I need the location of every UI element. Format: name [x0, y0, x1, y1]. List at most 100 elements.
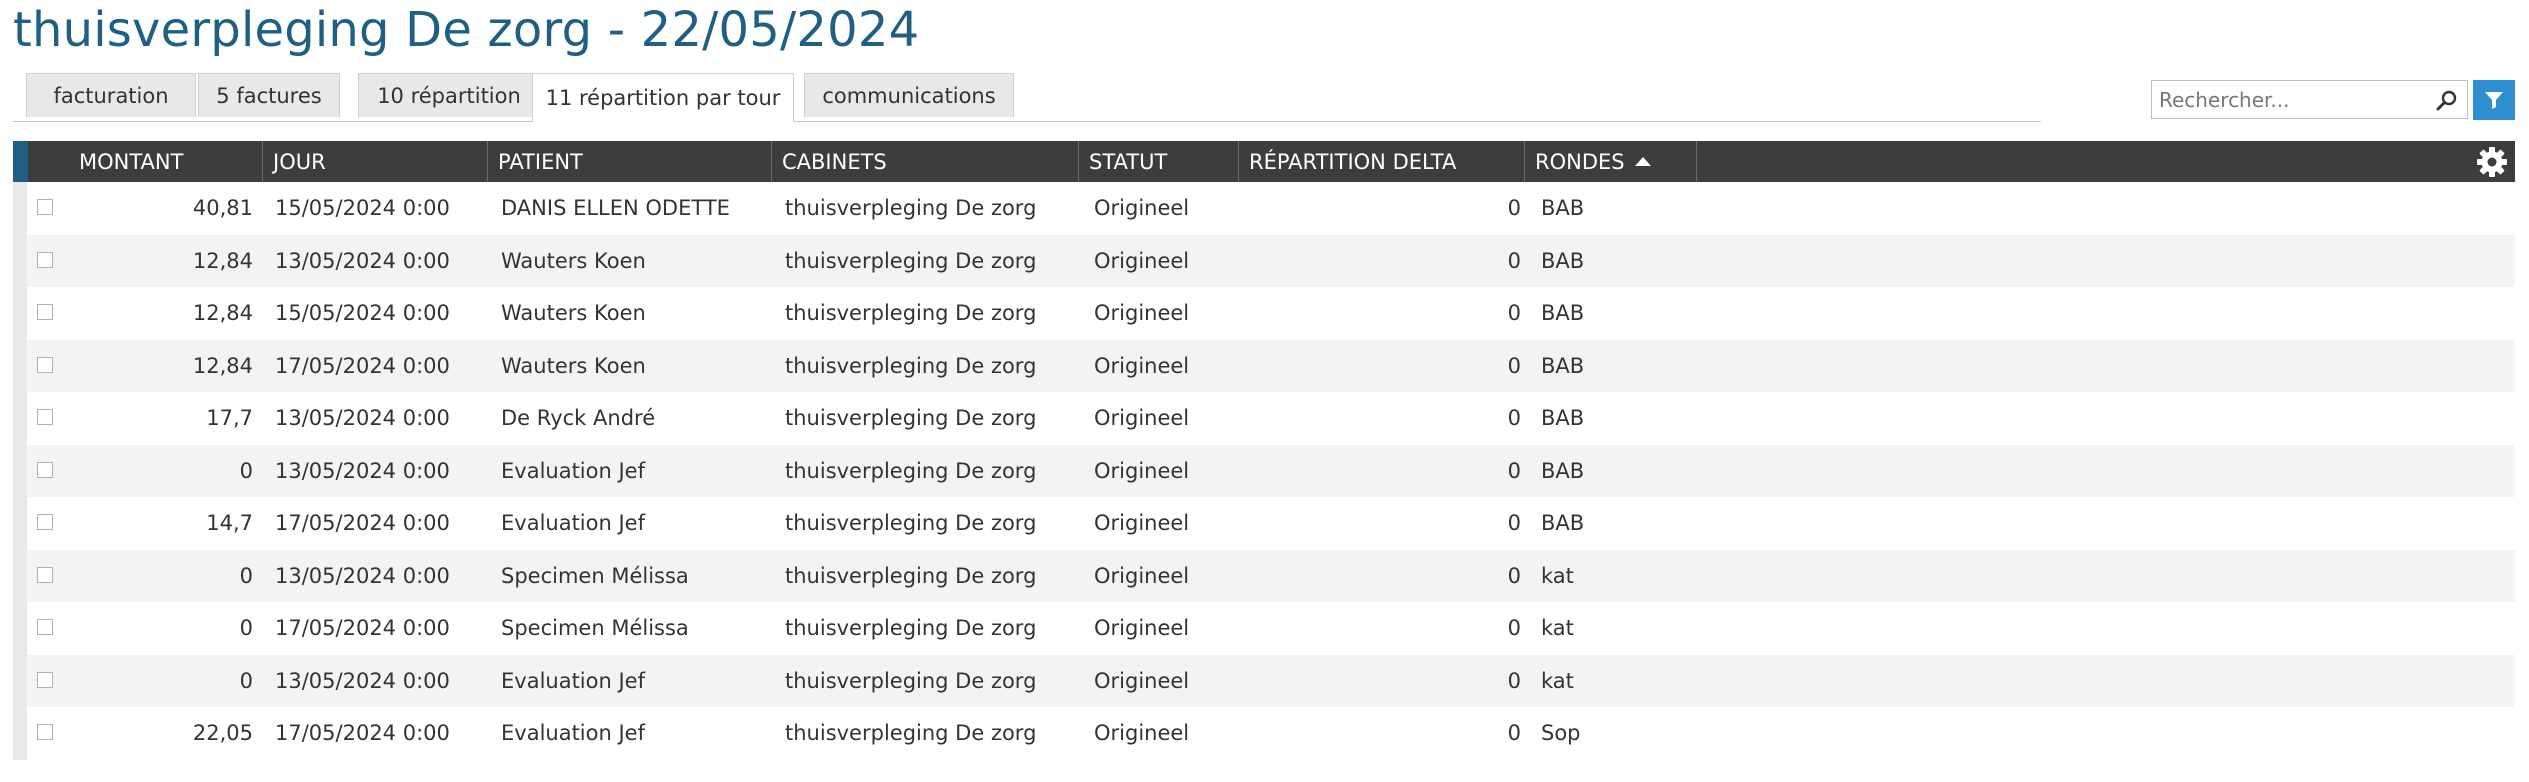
cell-statut: Origineel [1094, 668, 1190, 693]
row-checkbox[interactable] [37, 199, 53, 215]
table-row[interactable]: 0 13/05/2024 0:00 Specimen Mélissa thuisver… [27, 549, 2515, 602]
table-row[interactable]: 0 13/05/2024 0:00 Evaluation Jef thuisverpl… [27, 444, 2515, 497]
cell-cabinets: thuisverpleging De zorg [785, 196, 1037, 221]
cell-patient: Evaluation Jef [501, 458, 645, 483]
cell-statut: Origineel [1094, 301, 1190, 326]
cell-jour: 13/05/2024 0:00 [275, 668, 450, 693]
row-checkbox[interactable] [37, 724, 53, 740]
cell-cabinets: thuisverpleging De zorg [785, 721, 1037, 746]
gear-icon[interactable] [2476, 146, 2508, 178]
cell-patient: DANIS ELLEN ODETTE [501, 196, 730, 221]
cell-patient: Wauters Koen [501, 301, 646, 326]
cell-statut: Origineel [1094, 721, 1190, 746]
cell-jour: 13/05/2024 0:00 [275, 248, 450, 273]
column-header-repartition-delta[interactable]: RÉPARTITION DELTA [1239, 141, 1525, 182]
tab-repartition-par-tour[interactable]: 11 répartition par tour [532, 73, 794, 122]
cell-montant: 0 [239, 616, 253, 641]
cell-jour: 17/05/2024 0:00 [275, 721, 450, 746]
cell-repartition-delta: 0 [1507, 458, 1521, 483]
cell-montant: 0 [239, 458, 253, 483]
cell-rondes: kat [1541, 668, 1574, 693]
cell-montant: 12,84 [192, 353, 253, 378]
row-checkbox[interactable] [37, 251, 53, 268]
row-checkbox[interactable] [37, 461, 53, 478]
cell-repartition-delta: 0 [1507, 563, 1521, 588]
search-input[interactable] [2152, 81, 2429, 118]
cell-rondes: BAB [1541, 196, 1585, 221]
cell-rondes: BAB [1541, 406, 1585, 431]
cell-jour: 13/05/2024 0:00 [275, 563, 450, 588]
cell-cabinets: thuisverpleging De zorg [785, 406, 1037, 431]
cell-cabinets: thuisverpleging De zorg [785, 616, 1037, 641]
row-checkbox[interactable] [37, 356, 53, 373]
cell-repartition-delta: 0 [1507, 721, 1521, 746]
row-checkbox[interactable] [37, 619, 53, 635]
tab-bar: facturation 5 factures 10 répartition 11… [13, 73, 2041, 122]
table-row[interactable]: 0 17/05/2024 0:00 Specimen Mélissa thuisver… [27, 602, 2515, 655]
row-checkbox[interactable] [37, 671, 53, 688]
cell-statut: Origineel [1094, 458, 1190, 483]
row-checkbox[interactable] [37, 304, 53, 320]
column-header-montant[interactable]: MONTANT [69, 141, 263, 182]
row-checkbox[interactable] [37, 514, 53, 530]
cell-rondes: BAB [1541, 511, 1585, 536]
cell-cabinets: thuisverpleging De zorg [785, 511, 1037, 536]
table-row[interactable]: 17,7 13/05/2024 0:00 De Ryck André thuisver… [27, 392, 2515, 445]
column-header-rondes[interactable]: RONDES [1525, 141, 1697, 182]
cell-statut: Origineel [1094, 616, 1190, 641]
cell-rondes: kat [1541, 616, 1574, 641]
cell-jour: 15/05/2024 0:00 [275, 301, 450, 326]
row-checkbox[interactable] [37, 409, 53, 425]
cell-statut: Origineel [1094, 563, 1190, 588]
cell-patient: Evaluation Jef [501, 511, 645, 536]
column-header-patient[interactable]: PATIENT [488, 141, 772, 182]
cell-cabinets: thuisverpleging De zorg [785, 563, 1037, 588]
cell-montant: 22,05 [192, 721, 253, 746]
filter-button[interactable] [2473, 80, 2515, 120]
header-accent [13, 141, 28, 182]
row-checkbox[interactable] [37, 566, 53, 583]
cell-repartition-delta: 0 [1507, 301, 1521, 326]
column-header-cabinets[interactable]: CABINETS [772, 141, 1079, 182]
cell-patient: Evaluation Jef [501, 668, 645, 693]
table-row[interactable]: 12,84 15/05/2024 0:00 Wauters Koen thuisver… [27, 287, 2515, 340]
cell-jour: 13/05/2024 0:00 [275, 458, 450, 483]
cell-montant: 40,81 [192, 196, 253, 221]
tab-factures[interactable]: 5 factures [198, 73, 340, 117]
cell-statut: Origineel [1094, 196, 1190, 221]
column-header-rondes-label: RONDES [1535, 149, 1625, 174]
table-row[interactable]: 22,05 17/05/2024 0:00 Evaluation Jef thuisv… [27, 707, 2515, 760]
cell-patient: Wauters Koen [501, 248, 646, 273]
cell-montant: 12,84 [192, 248, 253, 273]
cell-cabinets: thuisverpleging De zorg [785, 458, 1037, 483]
cell-repartition-delta: 0 [1507, 616, 1521, 641]
cell-rondes: kat [1541, 563, 1574, 588]
grid-header: MONTANT JOUR PATIENT CABINETS STATUT RÉP… [13, 141, 2515, 182]
cell-statut: Origineel [1094, 511, 1190, 536]
cell-jour: 17/05/2024 0:00 [275, 616, 450, 641]
sort-ascending-icon [1634, 157, 1651, 166]
cell-statut: Origineel [1094, 248, 1190, 273]
cell-repartition-delta: 0 [1507, 511, 1521, 536]
table-row[interactable]: 12,84 13/05/2024 0:00 Wauters Koen thuisver… [27, 234, 2515, 287]
cell-statut: Origineel [1094, 353, 1190, 378]
table-row[interactable]: 12,84 17/05/2024 0:00 Wauters Koen thuisver… [27, 339, 2515, 392]
cell-patient: Wauters Koen [501, 353, 646, 378]
cell-patient: Evaluation Jef [501, 721, 645, 746]
cell-repartition-delta: 0 [1507, 353, 1521, 378]
cell-cabinets: thuisverpleging De zorg [785, 301, 1037, 326]
table-row[interactable]: 40,81 15/05/2024 0:00 DANIS ELLEN ODETTE th… [27, 182, 2515, 235]
grid-body: 40,81 15/05/2024 0:00 DANIS ELLEN ODETTE th… [27, 182, 2515, 760]
cell-montant: 0 [239, 563, 253, 588]
page-title: thuisverpleging De zorg - 22/05/2024 [13, 2, 920, 58]
cell-jour: 17/05/2024 0:00 [275, 353, 450, 378]
search-icon[interactable] [2435, 88, 2459, 112]
column-header-statut[interactable]: STATUT [1079, 141, 1239, 182]
column-header-jour[interactable]: JOUR [263, 141, 488, 182]
table-row[interactable]: 0 13/05/2024 0:00 Evaluation Jef thuisverpl… [27, 654, 2515, 707]
cell-rondes: BAB [1541, 353, 1585, 378]
table-row[interactable]: 14,7 17/05/2024 0:00 Evaluation Jef thuisve… [27, 497, 2515, 550]
tab-repartition[interactable]: 10 répartition [358, 73, 540, 117]
tab-facturation[interactable]: facturation [26, 73, 196, 117]
tab-communications[interactable]: communications [804, 73, 1014, 117]
